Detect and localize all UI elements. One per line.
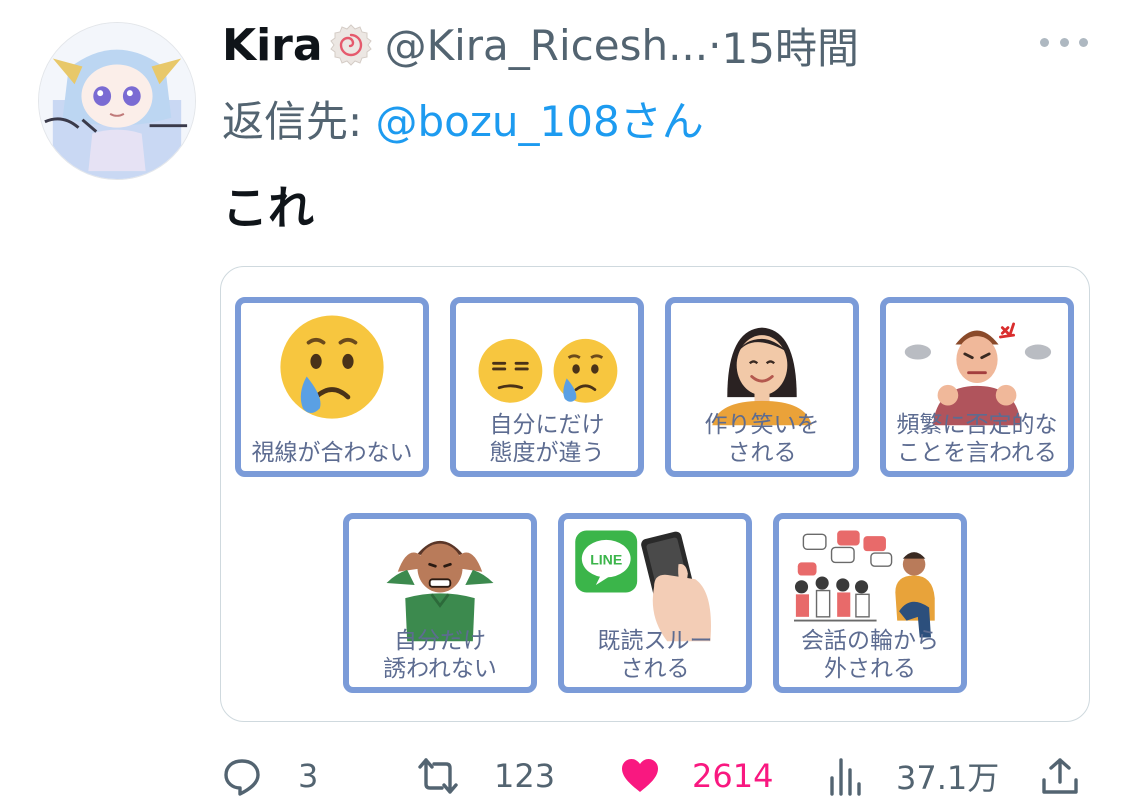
card-label: 既読スルー される: [597, 628, 713, 682]
reply-mention-link[interactable]: @bozu_108さん: [376, 97, 704, 146]
share-button[interactable]: [1040, 752, 1080, 796]
author-handle[interactable]: @Kira_Ricesh...: [385, 21, 709, 70]
card-label: 視線が合わない: [251, 440, 413, 466]
tweet-header: Kira @Kira_Ricesh... · 15時間: [222, 14, 859, 76]
card-excluded-conversation: 会話の輪から 外される: [773, 513, 967, 693]
tweet-time[interactable]: 15時間: [722, 15, 859, 76]
card-fake-smile: 作り笑いを される: [665, 297, 859, 477]
card-different-attitude: 自分にだけ 態度が違う: [450, 297, 644, 477]
naruto-badge-icon: [329, 23, 373, 67]
time-separator: ·: [708, 20, 722, 70]
reply-to-line: 返信先: @bozu_108さん: [222, 88, 704, 149]
bar-chart-views-icon: [830, 758, 861, 796]
views-count: 37.1万: [896, 759, 1000, 796]
line-logo-text: LINE: [590, 551, 622, 567]
tweet-text: これ: [222, 181, 314, 235]
heart-icon: [622, 759, 658, 792]
tweet-image[interactable]: 視線が合わない 自分にだけ 態度が違う 作り笑いを される 頻繁に否定的な こと…: [220, 266, 1090, 722]
avatar[interactable]: [38, 22, 196, 180]
like-button[interactable]: 2614: [620, 752, 773, 796]
card-not-invited: 自分だけ 誘われない: [343, 513, 537, 693]
card-label: 自分だけ 誘われない: [383, 628, 497, 682]
more-options-icon[interactable]: [1040, 30, 1088, 54]
like-count: 2614: [692, 757, 774, 795]
reply-count: 3: [298, 757, 319, 795]
views-button[interactable]: 37.1万: [826, 752, 999, 796]
share-icon: [1042, 758, 1078, 794]
card-label: 自分にだけ 態度が違う: [489, 412, 605, 466]
card-read-ignored: LINE 既読スルー される: [558, 513, 752, 693]
reply-prefix: 返信先:: [222, 97, 376, 146]
card-no-eye-contact: 視線が合わない: [235, 297, 429, 477]
anime-character-avatar-icon: [39, 23, 195, 179]
card-label: 作り笑いを される: [704, 412, 820, 466]
card-label: 会話の輪から 外される: [801, 628, 939, 682]
retweet-icon: [418, 758, 458, 794]
card-label: 頻繁に否定的な ことを言われる: [896, 412, 1058, 466]
action-bar: 3 123 2614 37.1万: [222, 752, 1082, 796]
crying-face-icon: [280, 315, 384, 419]
card-negative-remarks: 頻繁に否定的な ことを言われる: [880, 297, 1074, 477]
author-name[interactable]: Kira: [222, 20, 323, 71]
retweet-count: 123: [494, 757, 556, 795]
reply-icon: [224, 759, 260, 796]
reply-button[interactable]: 3: [222, 752, 318, 796]
retweet-button[interactable]: 123: [418, 752, 555, 796]
